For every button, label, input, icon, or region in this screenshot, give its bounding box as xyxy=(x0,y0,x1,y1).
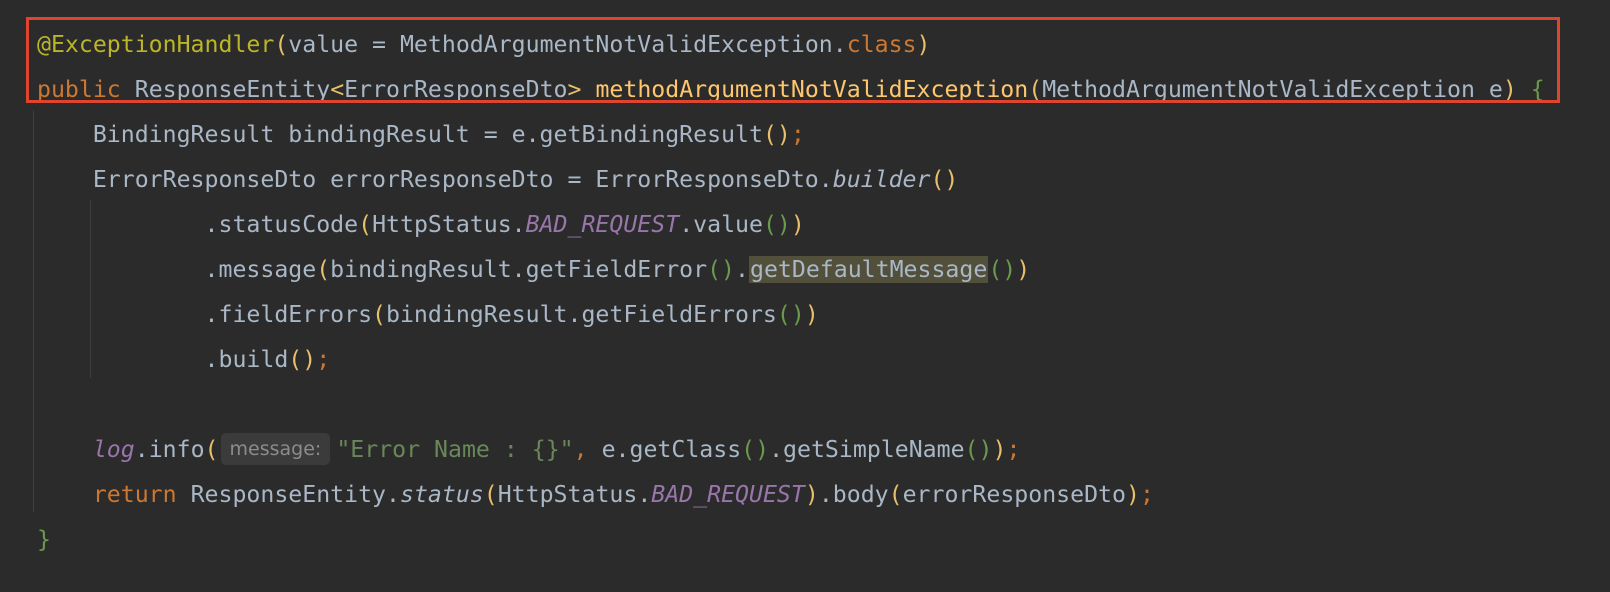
code-token: builder xyxy=(832,166,931,193)
code-token: .fieldErrors xyxy=(37,301,373,328)
highlight-box xyxy=(26,17,1560,103)
code-token: ( xyxy=(888,481,903,508)
code-line[interactable]: log.info(message: "Error Name : {}", e.ge… xyxy=(37,427,1020,473)
code-line[interactable]: .build(); xyxy=(37,337,331,383)
code-token: BAD_REQUEST xyxy=(651,481,805,508)
code-token: BAD_REQUEST xyxy=(525,211,680,238)
code-token: () xyxy=(741,436,770,463)
code-token: () xyxy=(776,301,805,328)
code-line[interactable]: } xyxy=(37,517,51,563)
code-token: () xyxy=(762,121,791,148)
code-token: () xyxy=(288,346,317,373)
code-line[interactable]: BindingResult bindingResult = e.getBindi… xyxy=(37,112,805,158)
code-token: ErrorResponseDto errorResponseDto = Erro… xyxy=(37,166,833,193)
code-line[interactable]: ErrorResponseDto errorResponseDto = Erro… xyxy=(37,157,959,203)
code-line[interactable]: .fieldErrors(bindingResult.getFieldError… xyxy=(37,292,819,338)
indent-guide-method-body xyxy=(33,110,34,512)
code-token: status xyxy=(399,481,484,508)
code-token: () xyxy=(930,166,959,193)
code-token: , xyxy=(573,436,602,463)
code-token: .message xyxy=(37,256,317,283)
code-token: ) xyxy=(804,481,819,508)
code-token: return xyxy=(92,481,191,508)
code-token: .statusCode xyxy=(37,211,359,238)
code-token: .value xyxy=(679,211,763,238)
code-token: ) xyxy=(992,436,1007,463)
code-token: ; xyxy=(1006,436,1021,463)
parameter-hint: message: xyxy=(220,432,331,465)
code-token: .info xyxy=(134,436,205,463)
code-token: . xyxy=(735,256,749,283)
code-token: bindingResult.getFieldErrors xyxy=(386,301,777,328)
code-token: ; xyxy=(316,346,331,373)
code-token: ( xyxy=(316,256,331,283)
code-token: ( xyxy=(204,436,219,463)
code-token: ; xyxy=(1139,481,1154,508)
code-token: () xyxy=(707,256,736,283)
code-line[interactable]: .statusCode(HttpStatus.BAD_REQUEST.value… xyxy=(37,202,805,248)
code-token: .body xyxy=(818,481,889,508)
code-token: ) xyxy=(790,211,805,238)
code-token: errorResponseDto xyxy=(902,481,1126,508)
code-token: } xyxy=(37,526,51,553)
code-token: ( xyxy=(372,301,387,328)
code-token: ( xyxy=(358,211,373,238)
code-token: ) xyxy=(1125,481,1140,508)
code-token: ; xyxy=(790,121,805,148)
code-token: HttpStatus. xyxy=(497,481,652,508)
code-token: .build xyxy=(37,346,289,373)
code-token: ResponseEntity. xyxy=(190,481,400,508)
code-token: () xyxy=(964,436,993,463)
code-token: BindingResult bindingResult = e.getBindi… xyxy=(37,121,763,148)
code-token: .getSimpleName xyxy=(769,436,965,463)
code-token: e.getClass xyxy=(601,436,742,463)
code-line[interactable]: return ResponseEntity.status(HttpStatus.… xyxy=(37,472,1154,518)
code-editor[interactable]: @ExceptionHandler(value = MethodArgument… xyxy=(0,0,1610,592)
code-token: ) xyxy=(1016,256,1031,283)
code-token: bindingResult.getFieldError xyxy=(330,256,708,283)
code-token: "Error Name : {}" xyxy=(336,436,574,463)
code-token: log xyxy=(92,436,135,463)
code-token: getDefaultMessage xyxy=(748,256,989,283)
code-token: ) xyxy=(804,301,819,328)
code-token: () xyxy=(988,256,1017,283)
code-token: ( xyxy=(483,481,498,508)
code-token: () xyxy=(762,211,791,238)
code-line[interactable]: .message(bindingResult.getFieldError().g… xyxy=(37,247,1030,293)
code-token: HttpStatus. xyxy=(372,211,526,238)
